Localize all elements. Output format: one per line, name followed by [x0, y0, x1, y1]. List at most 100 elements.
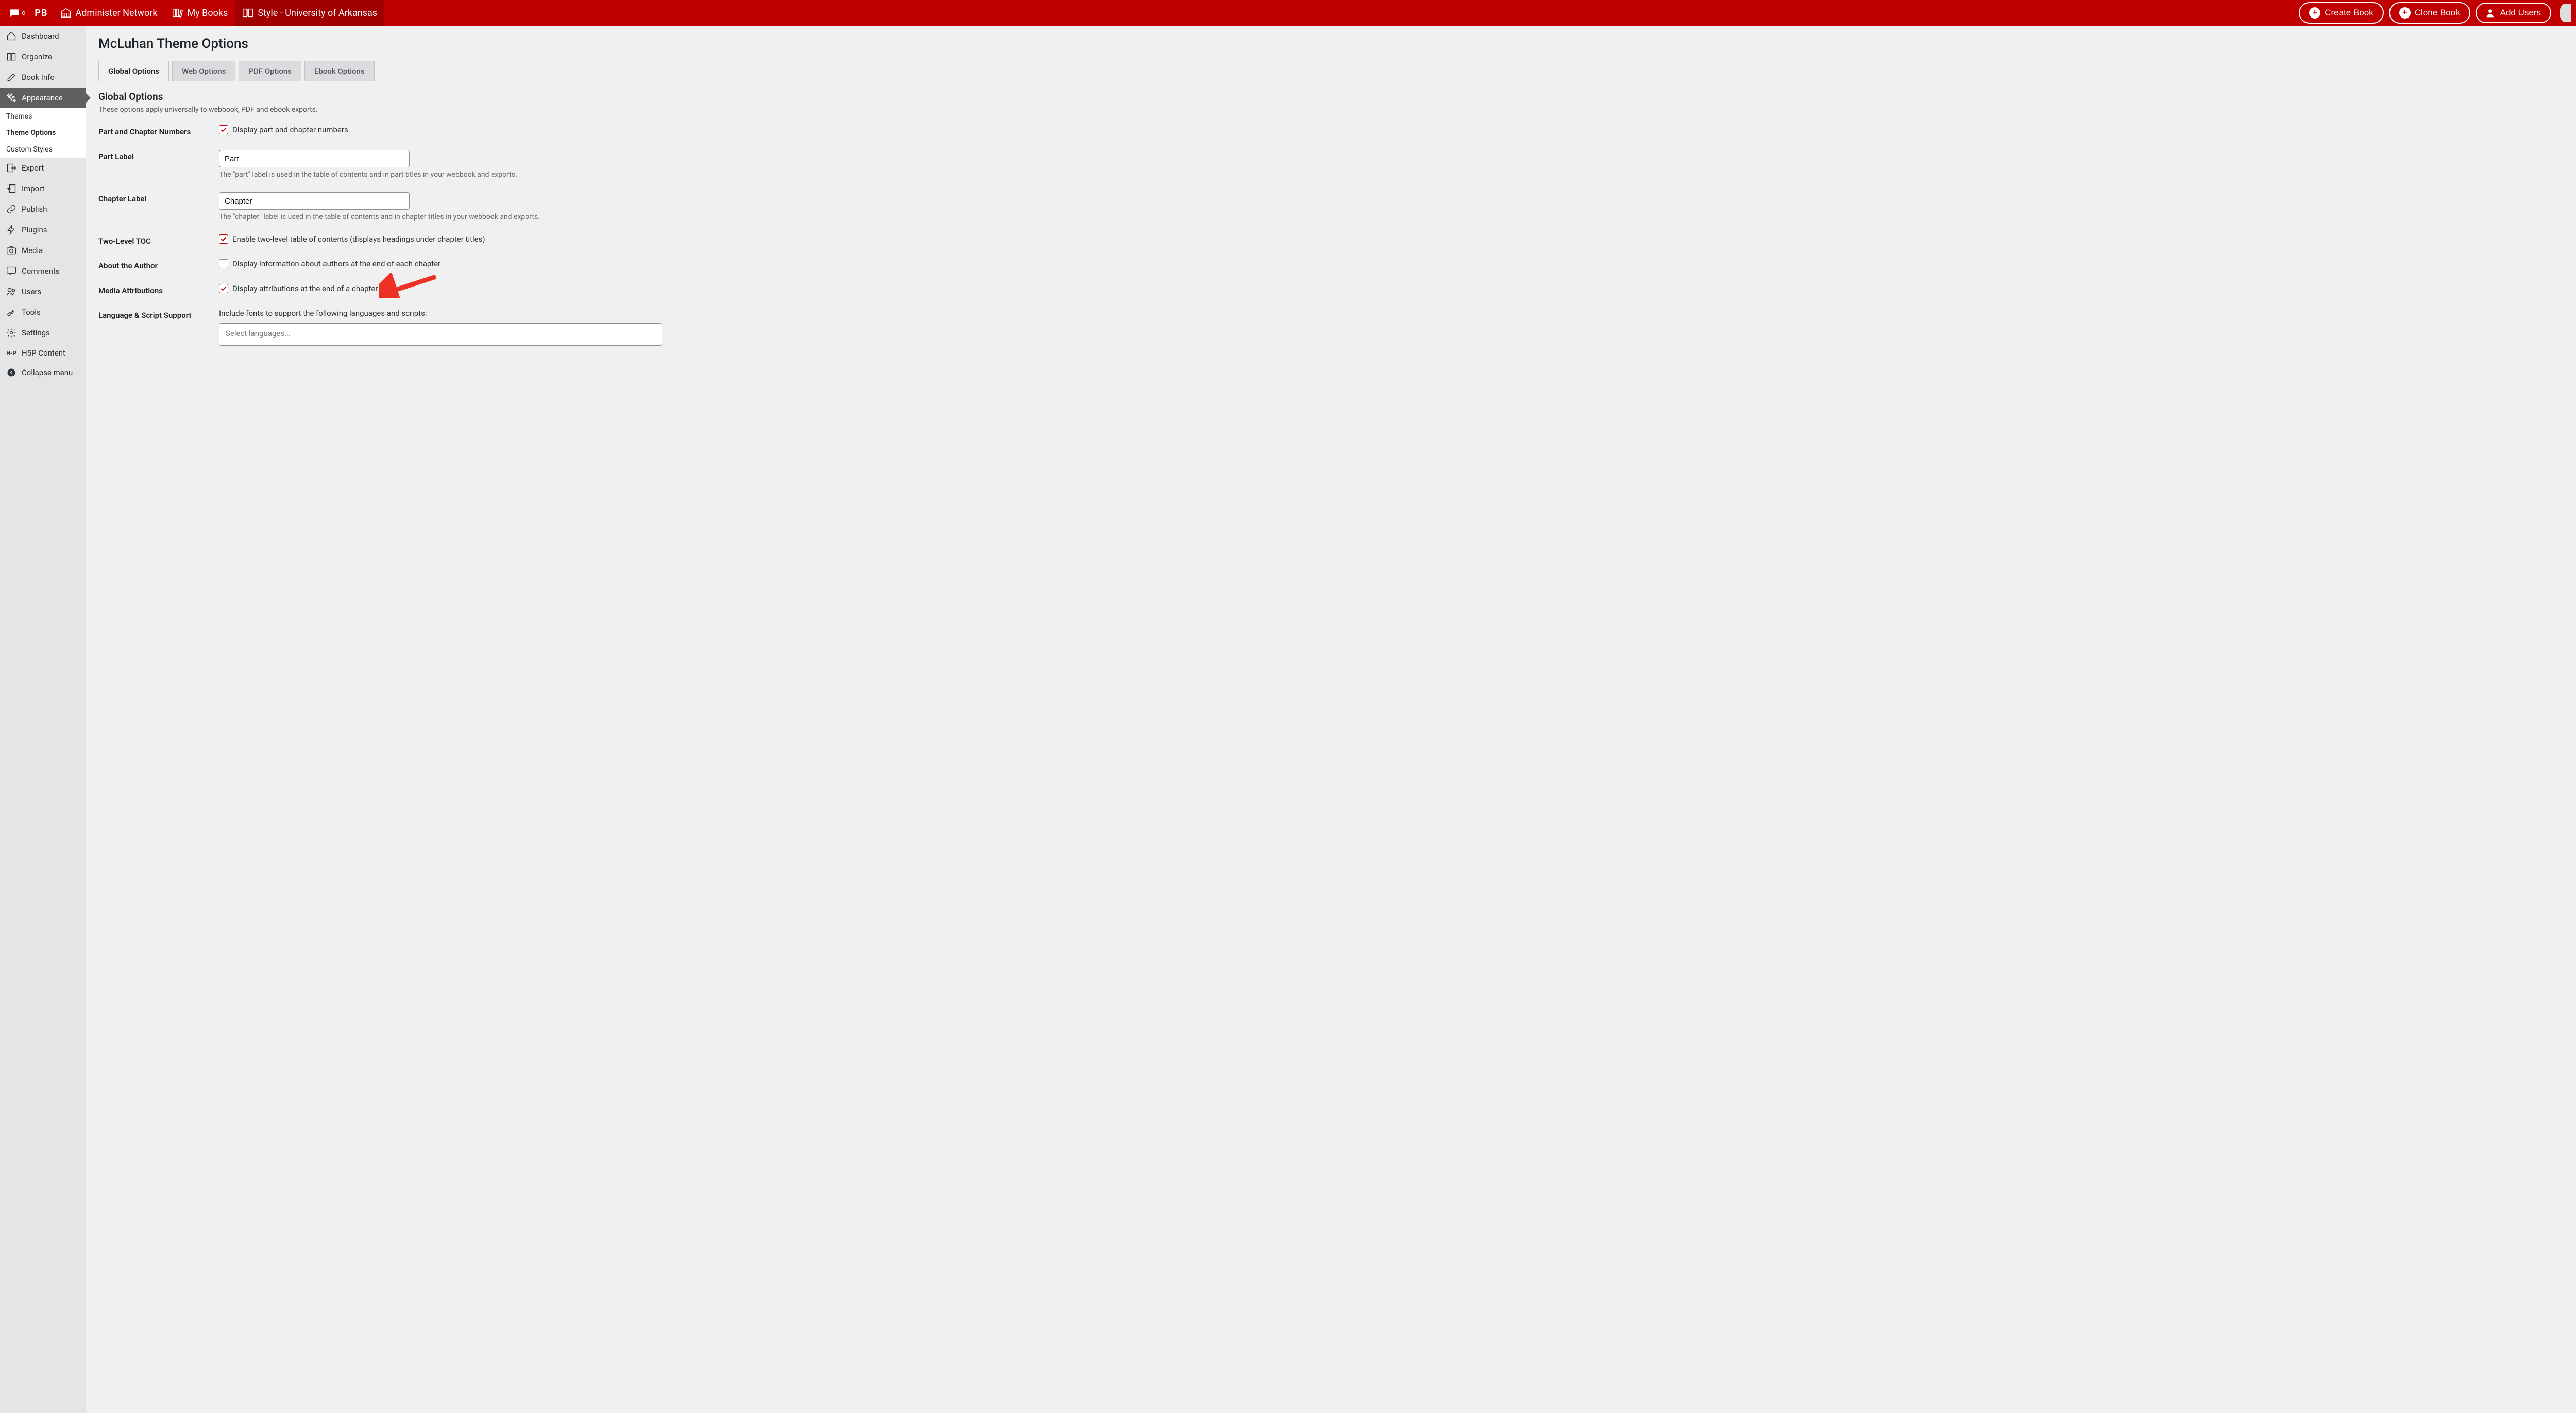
sidebar-item-tools[interactable]: Tools — [0, 302, 86, 323]
sidebar-label: Plugins — [22, 225, 47, 234]
nav-my-books[interactable]: My Books — [164, 0, 235, 26]
button-label: Create Book — [2325, 8, 2374, 18]
check-icon — [220, 236, 227, 243]
chat-icon — [9, 8, 20, 18]
submenu-themes[interactable]: Themes — [0, 108, 86, 125]
sidebar-label: Settings — [22, 328, 50, 338]
sidebar-label: Tools — [22, 308, 41, 317]
label-two-level-toc: Two-Level TOC — [98, 234, 219, 246]
comments-icon — [6, 266, 16, 276]
section-desc: These options apply universally to webbo… — [98, 106, 2564, 114]
checkbox-label: Display information about authors at the… — [232, 259, 440, 268]
sidebar-item-comments[interactable]: Comments — [0, 261, 86, 281]
sidebar-item-users[interactable]: Users — [0, 281, 86, 302]
nav-administer-network[interactable]: Administer Network — [53, 0, 165, 26]
sidebar-label: Collapse menu — [22, 368, 73, 377]
sidebar-item-media[interactable]: Media — [0, 240, 86, 261]
home-icon — [6, 31, 16, 41]
export-icon — [6, 163, 16, 173]
sidebar-label: Import — [22, 184, 45, 193]
plus-icon: + — [2399, 7, 2411, 19]
checkbox-label: Display part and chapter numbers — [232, 125, 348, 134]
label-media-attributions: Media Attributions — [98, 284, 219, 295]
language-support-help: Include fonts to support the following l… — [219, 309, 2564, 318]
button-label: Clone Book — [2415, 8, 2460, 18]
main-content: McLuhan Theme Options Global Options Web… — [86, 26, 2576, 1413]
sidebar-label: Publish — [22, 205, 47, 214]
avatar[interactable] — [2560, 4, 2571, 22]
sidebar-item-appearance[interactable]: Appearance — [0, 88, 86, 108]
sidebar-item-settings[interactable]: Settings — [0, 323, 86, 343]
submenu-theme-options[interactable]: Theme Options — [0, 125, 86, 141]
clone-book-button[interactable]: + Clone Book — [2389, 2, 2470, 24]
users-icon — [6, 287, 16, 297]
sidebar-item-import[interactable]: Import — [0, 178, 86, 199]
sidebar-label: Book Info — [22, 73, 55, 82]
input-part-label[interactable] — [219, 150, 410, 167]
label-language-support: Language & Script Support — [98, 309, 219, 320]
add-users-button[interactable]: Add Users — [2476, 3, 2551, 23]
pb-logo[interactable]: PB — [29, 8, 53, 19]
nav-label: My Books — [187, 8, 228, 19]
sidebar-item-h5p[interactable]: H-P H5P Content — [0, 343, 86, 363]
sidebar-label: Users — [22, 287, 41, 296]
sidebar-label: H5P Content — [22, 348, 65, 358]
help-chapter-label: The "chapter" label is used in the table… — [219, 213, 2564, 221]
sidebar-item-organize[interactable]: Organize — [0, 46, 86, 67]
section-title: Global Options — [98, 91, 2564, 103]
checkbox-two-level-toc[interactable] — [219, 234, 228, 244]
nav-label: Administer Network — [76, 8, 158, 19]
sidebar-item-collapse[interactable]: Collapse menu — [0, 363, 86, 382]
select-languages[interactable]: Select languages... — [219, 323, 662, 346]
check-icon — [220, 126, 227, 133]
sidebar-label: Organize — [22, 52, 52, 61]
tab-pdf-options[interactable]: PDF Options — [239, 61, 301, 81]
label-part-label: Part Label — [98, 150, 219, 161]
sidebar-item-plugins[interactable]: Plugins — [0, 220, 86, 240]
input-chapter-label[interactable] — [219, 192, 410, 210]
link-icon — [6, 204, 16, 214]
sidebar-submenu: Themes Theme Options Custom Styles — [0, 108, 86, 158]
sidebar-item-publish[interactable]: Publish — [0, 199, 86, 220]
page-title: McLuhan Theme Options — [98, 36, 2564, 52]
import-icon — [6, 183, 16, 194]
create-book-button[interactable]: + Create Book — [2299, 2, 2384, 24]
checkbox-label: Enable two-level table of contents (disp… — [232, 234, 485, 244]
edit-icon — [6, 72, 16, 82]
tab-web-options[interactable]: Web Options — [172, 61, 235, 81]
notifications-count: o — [22, 9, 25, 17]
collapse-icon — [6, 368, 16, 377]
checkbox-media-attributions[interactable] — [219, 284, 228, 293]
label-about-author: About the Author — [98, 259, 219, 271]
sidebar-item-book-info[interactable]: Book Info — [0, 67, 86, 88]
tab-ebook-options[interactable]: Ebook Options — [304, 61, 375, 81]
tab-global-options[interactable]: Global Options — [98, 61, 169, 81]
h5p-icon: H-P — [6, 350, 16, 357]
gear-icon — [6, 328, 16, 338]
submenu-custom-styles[interactable]: Custom Styles — [0, 141, 86, 158]
checkbox-about-author[interactable] — [219, 259, 228, 268]
notifications-button[interactable]: o — [5, 8, 29, 18]
button-label: Add Users — [2500, 8, 2541, 18]
tabs: Global Options Web Options PDF Options E… — [98, 61, 2564, 81]
sidebar-item-dashboard[interactable]: Dashboard — [0, 26, 86, 46]
nav-current-book[interactable]: Style - University of Arkansas — [235, 0, 384, 26]
camera-icon — [6, 245, 16, 256]
bolt-icon — [6, 225, 16, 235]
sidebar: Dashboard Organize Book Info Appearance … — [0, 26, 86, 1413]
checkbox-part-chapter-numbers[interactable] — [219, 125, 228, 134]
label-chapter-label: Chapter Label — [98, 192, 219, 204]
sidebar-label: Appearance — [22, 93, 63, 103]
sparkle-icon — [6, 93, 16, 103]
plus-icon: + — [2309, 7, 2320, 19]
sidebar-label: Dashboard — [22, 31, 59, 41]
add-user-icon — [2486, 8, 2496, 18]
checkbox-label: Display attributions at the end of a cha… — [232, 284, 378, 293]
sidebar-label: Media — [22, 246, 43, 255]
nav-label: Style - University of Arkansas — [258, 8, 377, 19]
label-part-chapter-numbers: Part and Chapter Numbers — [98, 125, 219, 137]
wrench-icon — [6, 307, 16, 317]
sidebar-label: Comments — [22, 266, 60, 276]
sidebar-item-export[interactable]: Export — [0, 158, 86, 178]
sidebar-label: Export — [22, 163, 44, 173]
